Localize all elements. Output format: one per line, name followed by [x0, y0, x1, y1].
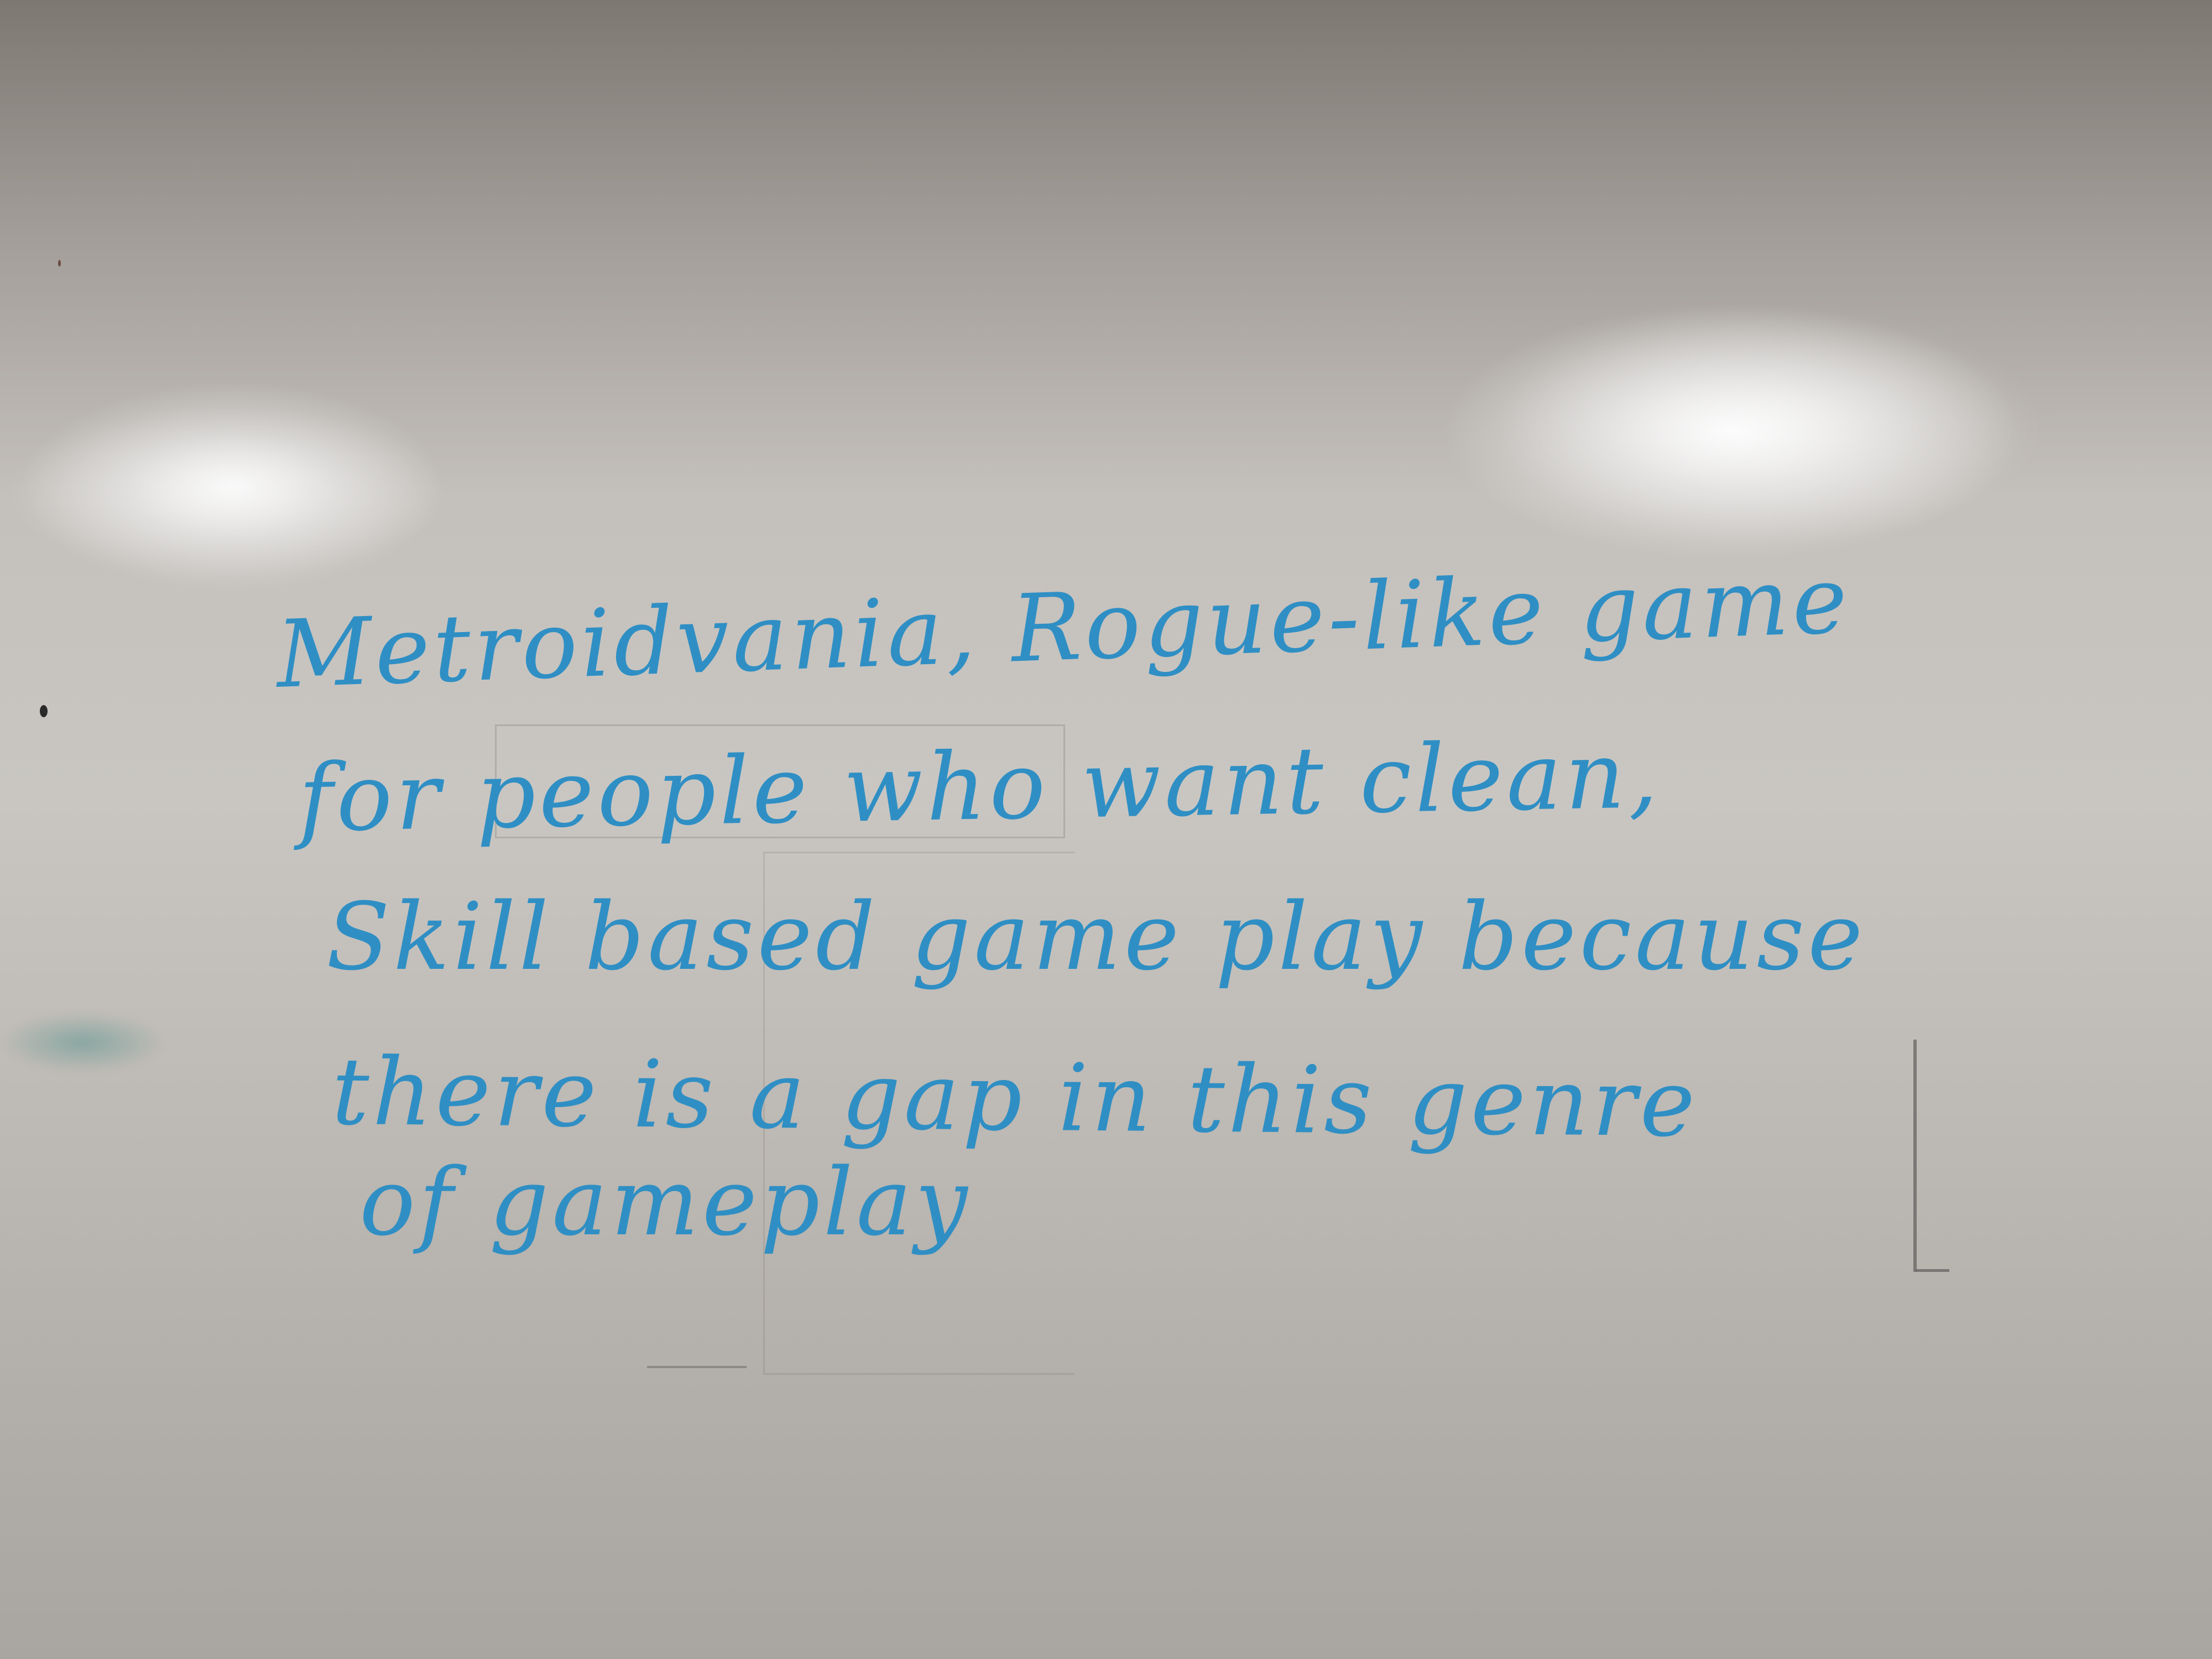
marker-stroke	[647, 1366, 747, 1368]
note-line: of gameplay	[359, 1148, 971, 1256]
marker-dot	[58, 260, 61, 267]
light-glare-left	[0, 409, 453, 575]
light-glare-right	[1493, 310, 2046, 542]
note-line: Metroidvania, Rogue-like game	[274, 545, 1853, 709]
note-line: Skill based game play because	[326, 883, 1866, 991]
note-line: for people who want clean,	[298, 721, 1662, 853]
whiteboard: Metroidvania, Rogue-like game for people…	[0, 0, 2212, 1659]
marker-dot	[40, 705, 48, 717]
marker-stroke	[1913, 1040, 1917, 1272]
marker-stroke	[1916, 1269, 1949, 1272]
note-line: there is a gap in this genre	[331, 1037, 1699, 1158]
ink-smudge	[0, 1012, 166, 1073]
